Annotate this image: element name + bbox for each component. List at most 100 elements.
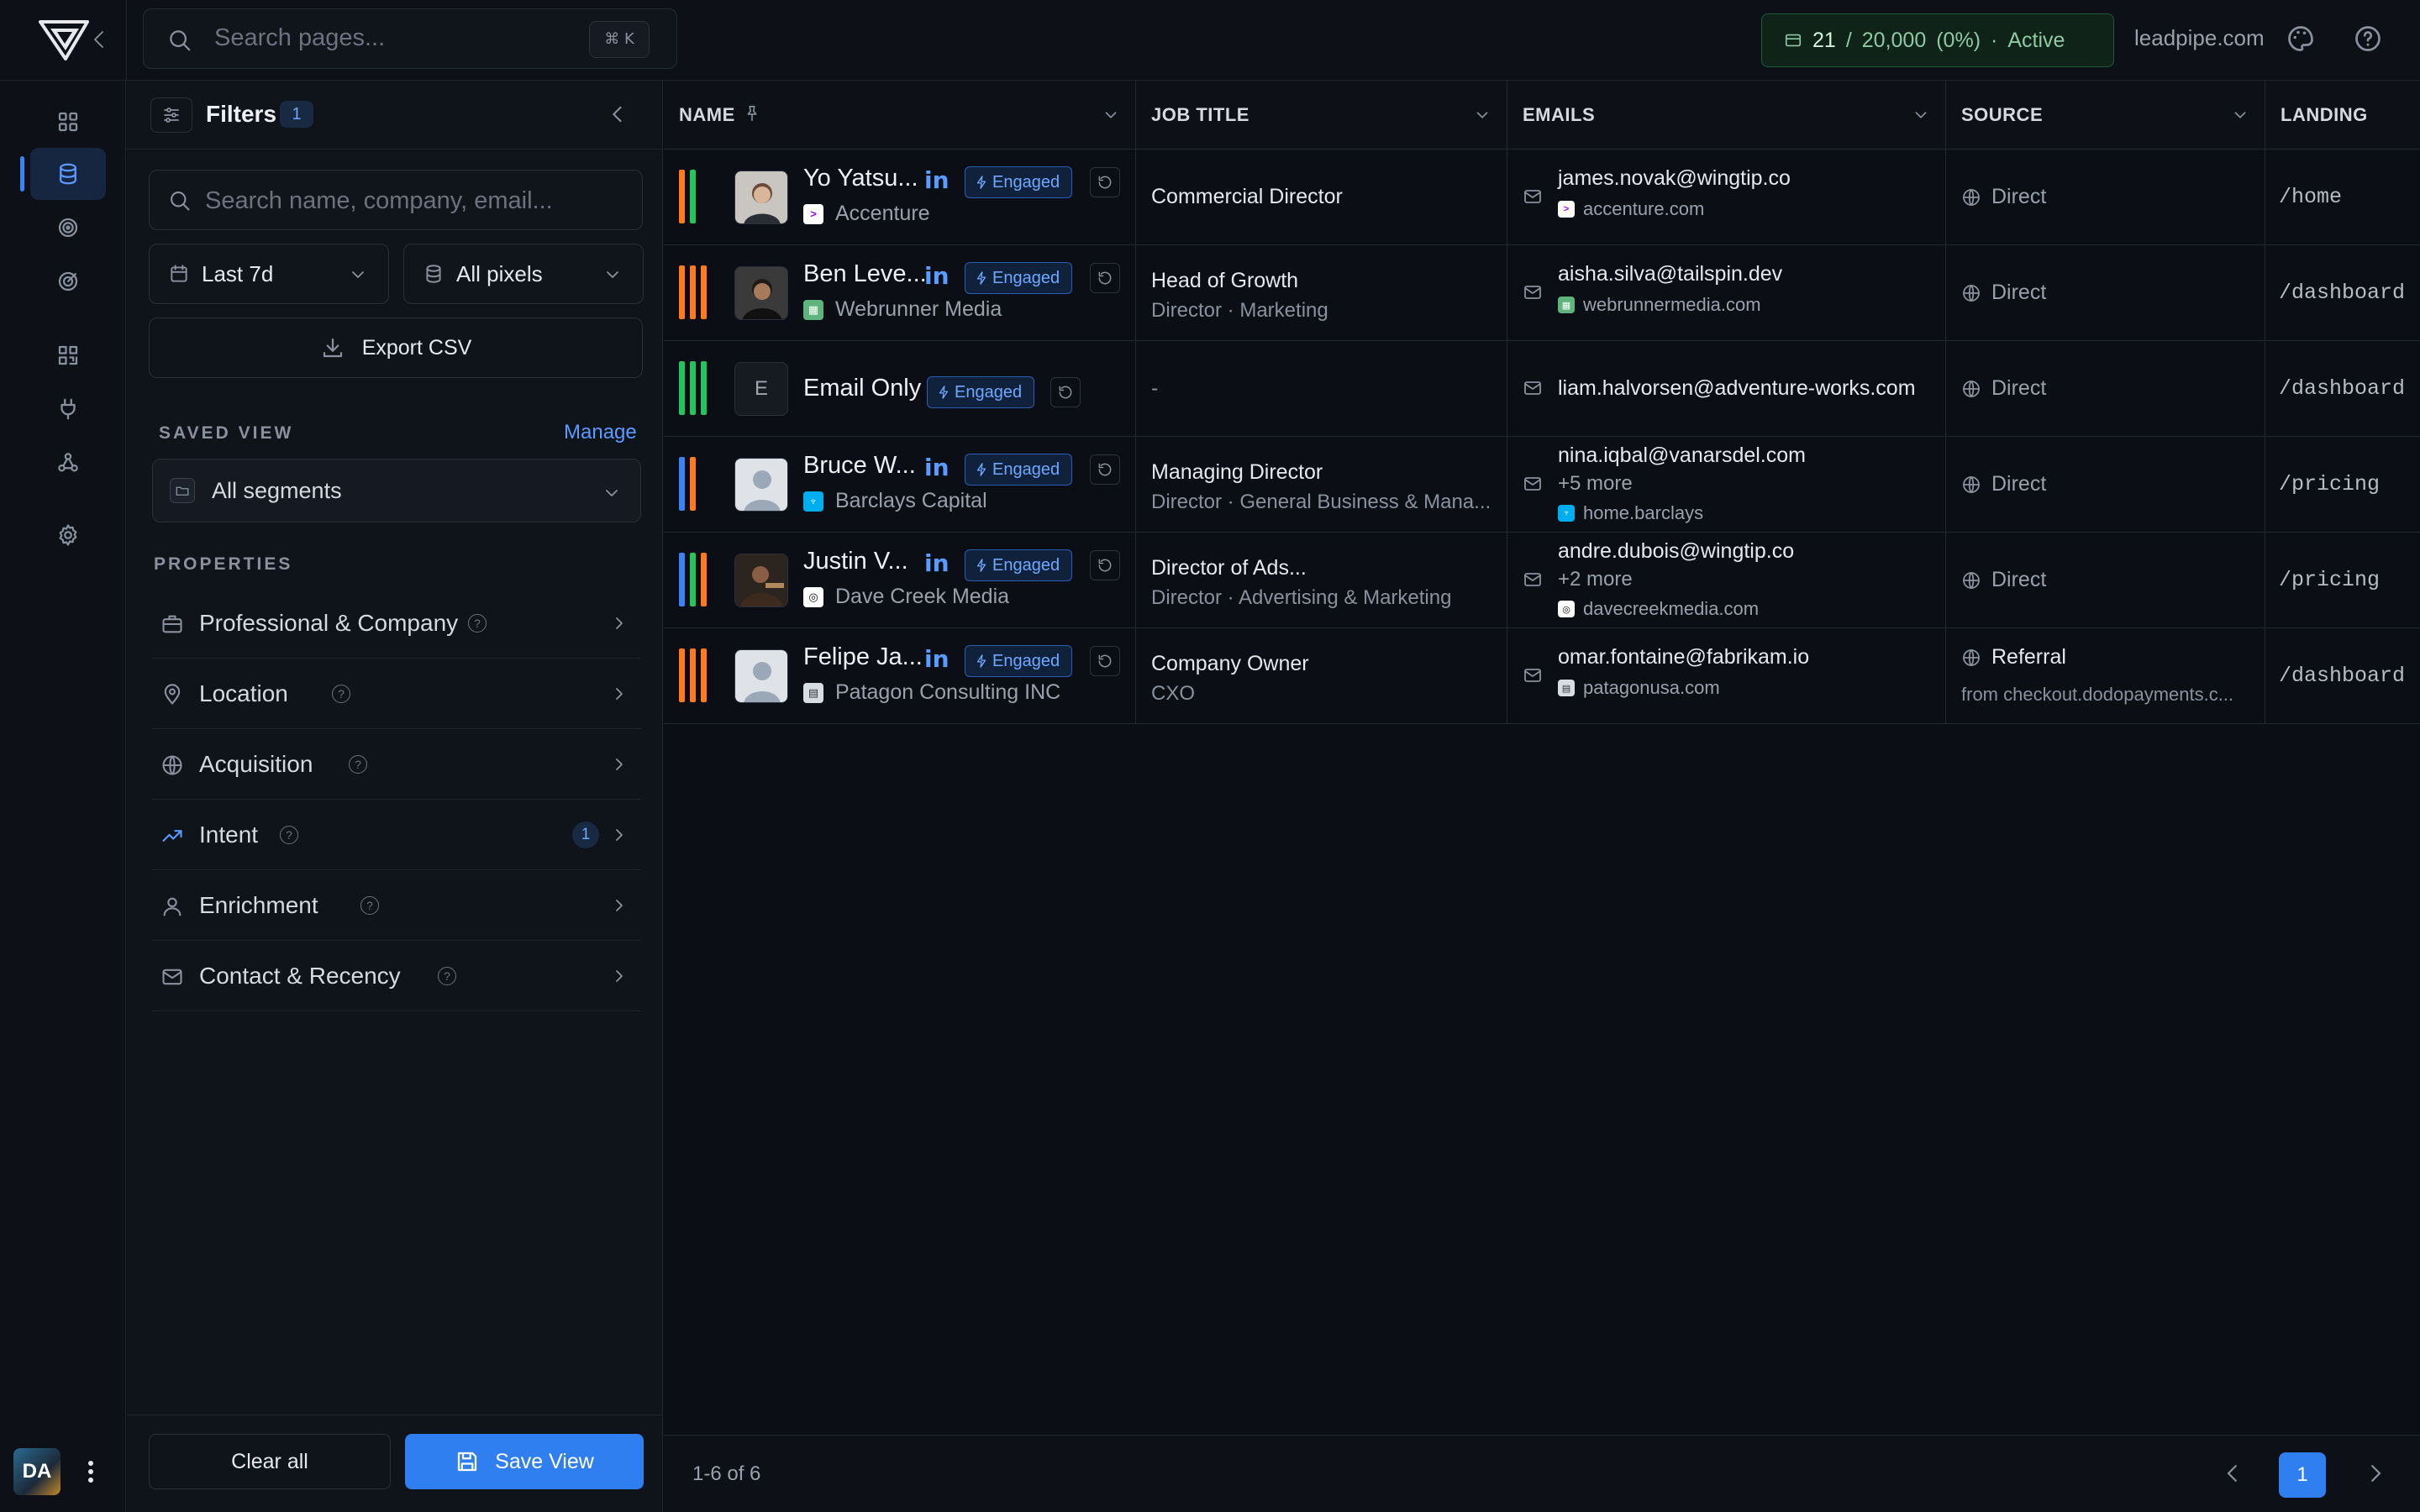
nav-qr[interactable] (30, 329, 106, 381)
chevron-down-icon[interactable] (1912, 106, 1930, 124)
clear-all-button[interactable]: Clear all (149, 1434, 391, 1489)
chevron-down-icon[interactable] (1473, 106, 1491, 124)
company[interactable]: ◎ Dave Creek Media (803, 585, 1009, 609)
linkedin-icon[interactable]: in (924, 549, 950, 577)
refresh-icon[interactable] (1090, 646, 1120, 676)
name-cell[interactable]: E Email Only Engaged (664, 341, 1136, 437)
credits-status-badge[interactable]: 21 / 20,000 (0%) · Active (1761, 13, 2114, 67)
help-icon[interactable] (2353, 24, 2383, 54)
primary-email[interactable]: james.novak@wingtip.co (1558, 166, 1791, 191)
emails-cell[interactable]: nina.iqbal@vanarsdel.com +5 more ♆ home.bar… (1507, 437, 1946, 533)
help-circle-icon[interactable]: ? (468, 614, 487, 633)
chevron-down-icon[interactable] (2231, 106, 2249, 124)
page-search-input[interactable]: Search pages... ⌘ K (143, 8, 677, 69)
table-row[interactable]: Yo Yatsu... in Engaged > Accenture Commercial… (664, 150, 2420, 245)
primary-email[interactable]: liam.halvorsen@adventure-works.com (1558, 376, 1916, 401)
help-circle-icon[interactable]: ? (360, 896, 379, 915)
nav-integrations[interactable] (30, 383, 106, 435)
collapse-filters-icon[interactable] (606, 102, 629, 126)
linkedin-icon[interactable]: in (924, 166, 950, 194)
app-logo[interactable] (37, 18, 91, 62)
property-location[interactable]: Location ? (152, 659, 641, 729)
emails-cell[interactable]: james.novak@wingtip.co > accenture.com (1507, 150, 1946, 245)
refresh-icon[interactable] (1090, 167, 1120, 197)
emails-cell[interactable]: liam.halvorsen@adventure-works.com (1507, 341, 1946, 437)
nav-settings[interactable] (30, 509, 106, 561)
table-row[interactable]: Bruce W... in Engaged ♆ Barclays Capital Mana… (664, 437, 2420, 533)
next-page-icon[interactable] (2363, 1461, 2388, 1486)
more-emails[interactable]: +5 more (1558, 472, 1633, 496)
person-name[interactable]: Yo Yatsu... (803, 165, 918, 192)
manage-views-link[interactable]: Manage (564, 421, 637, 444)
company[interactable]: ▤ Patagon Consulting INC (803, 680, 1060, 705)
name-cell[interactable]: Bruce W... in Engaged ♆ Barclays Capital (664, 437, 1136, 533)
lead-search-input[interactable]: Search name, company, email... (149, 170, 643, 230)
user-avatar[interactable]: DA (13, 1448, 60, 1495)
property-professional-company[interactable]: Professional & Company ? (152, 588, 641, 659)
save-view-button[interactable]: Save View (405, 1434, 644, 1489)
table-row[interactable]: E Email Only Engaged - liam.halvorsen@advent… (664, 341, 2420, 437)
table-row[interactable]: Felipe Ja... in Engaged ▤ Patagon Consulting… (664, 628, 2420, 724)
help-circle-icon[interactable]: ? (349, 755, 367, 774)
column-header-job-title[interactable]: JOB TITLE (1136, 81, 1507, 150)
refresh-icon[interactable] (1090, 550, 1120, 580)
name-cell[interactable]: Felipe Ja... in Engaged ▤ Patagon Consulting… (664, 628, 1136, 724)
nav-radar[interactable] (30, 255, 106, 307)
linkedin-icon[interactable]: in (924, 454, 950, 481)
primary-email[interactable]: omar.fontaine@fabrikam.io (1558, 645, 1809, 669)
linkedin-icon[interactable]: in (924, 262, 950, 290)
refresh-icon[interactable] (1090, 454, 1120, 485)
property-enrichment[interactable]: Enrichment ? (152, 870, 641, 941)
primary-email[interactable]: aisha.silva@tailspin.dev (1558, 262, 1782, 286)
primary-email[interactable]: andre.dubois@wingtip.co (1558, 539, 1794, 564)
linkedin-icon[interactable]: in (924, 645, 950, 673)
chevron-down-icon[interactable] (1102, 106, 1120, 124)
person-name[interactable]: Ben Leve... (803, 260, 927, 288)
name-cell[interactable]: Justin V... in Engaged ◎ Dave Creek Media (664, 533, 1136, 628)
person-name[interactable]: Bruce W... (803, 452, 916, 480)
nav-database[interactable] (20, 148, 106, 200)
company[interactable]: ▦ Webrunner Media (803, 297, 1002, 322)
nav-webhooks[interactable] (30, 437, 106, 489)
column-header-emails[interactable]: EMAILS (1507, 81, 1946, 150)
more-options-icon[interactable] (82, 1455, 99, 1488)
nav-dashboard[interactable] (30, 96, 106, 148)
emails-cell[interactable]: omar.fontaine@fabrikam.io ▤ patagonusa.com (1507, 628, 1946, 724)
pixel-select[interactable]: All pixels (403, 244, 644, 304)
primary-email[interactable]: nina.iqbal@vanarsdel.com (1558, 444, 1806, 468)
help-circle-icon[interactable]: ? (280, 826, 298, 844)
help-circle-icon[interactable]: ? (332, 685, 350, 703)
property-contact-recency[interactable]: Contact & Recency ? (152, 941, 641, 1011)
column-header-name[interactable]: NAME (664, 81, 1136, 150)
person-name[interactable]: Justin V... (803, 548, 908, 575)
column-header-source[interactable]: SOURCE (1946, 81, 2265, 150)
person-name[interactable]: Felipe Ja... (803, 643, 923, 671)
emails-cell[interactable]: andre.dubois@wingtip.co +2 more ◎ davecreek… (1507, 533, 1946, 628)
column-header-landing[interactable]: LANDING (2265, 81, 2420, 150)
page-number-button[interactable]: 1 (2279, 1452, 2326, 1498)
previous-page-icon[interactable] (2220, 1461, 2245, 1486)
date-range-select[interactable]: Last 7d (149, 244, 389, 304)
name-cell[interactable]: Ben Leve... in Engaged ▦ Webrunner Media (664, 245, 1136, 341)
name-cell[interactable]: Yo Yatsu... in Engaged > Accenture (664, 150, 1136, 245)
workspace-domain[interactable]: leadpipe.com (2134, 25, 2265, 51)
table-row[interactable]: Justin V... in Engaged ◎ Dave Creek Media Dir… (664, 533, 2420, 628)
more-emails[interactable]: +2 more (1558, 568, 1633, 591)
saved-view-select[interactable]: All segments (152, 459, 641, 522)
export-csv-button[interactable]: Export CSV (149, 318, 643, 378)
filters-toggle-button[interactable] (150, 97, 192, 133)
emails-cell[interactable]: aisha.silva@tailspin.dev ▦ webrunnermedia.… (1507, 245, 1946, 341)
nav-targets[interactable] (30, 202, 106, 254)
palette-icon[interactable] (2286, 24, 2316, 54)
person-name[interactable]: Email Only (803, 375, 921, 402)
company[interactable]: > Accenture (803, 202, 930, 226)
pin-icon[interactable] (743, 104, 761, 123)
refresh-icon[interactable] (1090, 263, 1120, 293)
collapse-sidebar-icon[interactable] (89, 25, 108, 54)
table-row[interactable]: Ben Leve... in Engaged ▦ Webrunner Media Head… (664, 245, 2420, 341)
property-intent[interactable]: Intent ? 1 (152, 800, 641, 870)
refresh-icon[interactable] (1050, 377, 1081, 407)
help-circle-icon[interactable]: ? (438, 967, 456, 985)
company[interactable]: ♆ Barclays Capital (803, 489, 987, 513)
property-acquisition[interactable]: Acquisition ? (152, 729, 641, 800)
